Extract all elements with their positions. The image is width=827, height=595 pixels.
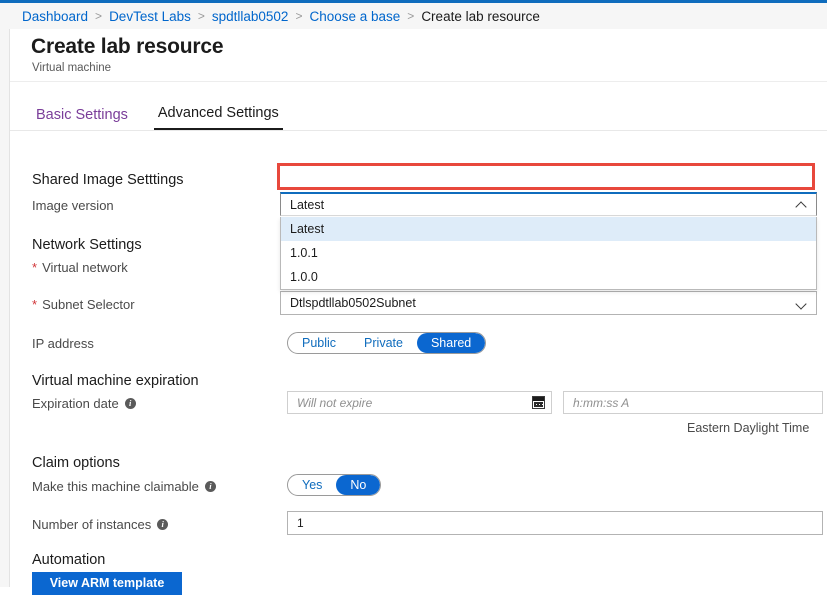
label-make-claimable-text: Make this machine claimable — [32, 479, 199, 494]
required-marker: * — [32, 260, 38, 275]
ip-option-shared[interactable]: Shared — [416, 333, 486, 353]
image-version-combobox[interactable]: Latest — [280, 192, 817, 216]
calendar-icon[interactable] — [532, 396, 545, 409]
subnet-selector-value: Dtlspdtllab0502Subnet — [290, 296, 416, 310]
label-image-version: Image version — [32, 198, 114, 213]
label-expiration-date: Expiration date i — [32, 396, 136, 411]
label-subnet-selector-text: Subnet Selector — [42, 297, 135, 312]
section-heading-automation: Automation — [32, 552, 106, 568]
dropdown-option-1-0-0[interactable]: 1.0.0 — [281, 265, 816, 289]
chevron-up-icon — [796, 199, 808, 211]
breadcrumb-item-current: Create lab resource — [421, 8, 540, 24]
label-virtual-network: * Virtual network — [32, 260, 128, 275]
info-icon[interactable]: i — [204, 481, 216, 492]
page-title: Create lab resource — [31, 35, 224, 58]
required-marker: * — [32, 297, 38, 312]
breadcrumb-item-choose-a-base[interactable]: Choose a base — [309, 9, 400, 24]
ip-option-public[interactable]: Public — [288, 333, 350, 353]
azure-portal-page: Dashboard > DevTest Labs > spdtllab0502 … — [0, 0, 827, 595]
tab-advanced-settings[interactable]: Advanced Settings — [153, 105, 283, 130]
label-number-of-instances-text: Number of instances — [32, 517, 152, 532]
breadcrumb-separator: > — [295, 9, 303, 23]
timezone-note: Eastern Daylight Time — [687, 421, 810, 435]
chevron-down-icon — [796, 297, 808, 309]
label-number-of-instances: Number of instances i — [32, 517, 169, 532]
page-subtitle: Virtual machine — [32, 62, 112, 74]
label-ip-address: IP address — [32, 336, 94, 351]
section-heading-shared-image: Shared Image Setttings — [32, 172, 184, 188]
view-arm-template-button[interactable]: View ARM template — [32, 572, 182, 595]
expiration-time-input[interactable]: h:mm:ss A — [563, 391, 823, 414]
section-heading-network: Network Settings — [32, 237, 142, 253]
dropdown-option-1-0-1[interactable]: 1.0.1 — [281, 241, 816, 265]
image-version-value: Latest — [290, 197, 325, 212]
breadcrumb-item-dashboard[interactable]: Dashboard — [22, 9, 88, 24]
claimable-toggle[interactable]: Yes No — [287, 474, 382, 496]
info-icon[interactable]: i — [157, 519, 169, 530]
info-icon[interactable]: i — [124, 398, 136, 409]
breadcrumb-separator: > — [197, 9, 205, 23]
number-of-instances-input[interactable]: 1 — [287, 511, 823, 535]
ip-address-toggle[interactable]: Public Private Shared — [287, 332, 487, 354]
tab-bar: Basic Settings Advanced Settings — [10, 101, 827, 131]
ip-option-private[interactable]: Private — [350, 333, 417, 353]
tab-basic-settings[interactable]: Basic Settings — [32, 107, 132, 130]
label-expiration-date-text: Expiration date — [32, 396, 119, 411]
subnet-selector-combobox[interactable]: Dtlspdtllab0502Subnet — [280, 291, 817, 315]
breadcrumb-item-devtest-labs[interactable]: DevTest Labs — [109, 9, 191, 24]
label-make-claimable: Make this machine claimable i — [32, 479, 216, 494]
breadcrumb-separator: > — [407, 9, 415, 23]
dropdown-option-latest[interactable]: Latest — [281, 217, 816, 241]
expiration-date-input[interactable]: Will not expire — [287, 391, 552, 414]
label-virtual-network-text: Virtual network — [42, 260, 128, 275]
section-heading-expiration: Virtual machine expiration — [32, 373, 199, 389]
claimable-option-yes[interactable]: Yes — [288, 475, 336, 495]
number-of-instances-value: 1 — [297, 516, 304, 530]
breadcrumb-separator: > — [95, 9, 103, 23]
image-version-dropdown-list[interactable]: Latest 1.0.1 1.0.0 — [280, 217, 817, 290]
label-subnet-selector: * Subnet Selector — [32, 297, 135, 312]
content-card: Create lab resource Virtual machine Basi… — [9, 29, 827, 595]
expiration-time-placeholder: h:mm:ss A — [573, 395, 630, 410]
breadcrumb-item-lab[interactable]: spdtllab0502 — [212, 9, 289, 24]
section-heading-claim: Claim options — [32, 455, 120, 471]
claimable-option-no[interactable]: No — [336, 475, 381, 495]
advanced-settings-form: Shared Image Setttings Image version Lat… — [10, 132, 827, 595]
title-zone: Create lab resource Virtual machine — [10, 29, 827, 82]
expiration-date-placeholder: Will not expire — [297, 395, 373, 410]
breadcrumb: Dashboard > DevTest Labs > spdtllab0502 … — [0, 3, 827, 29]
